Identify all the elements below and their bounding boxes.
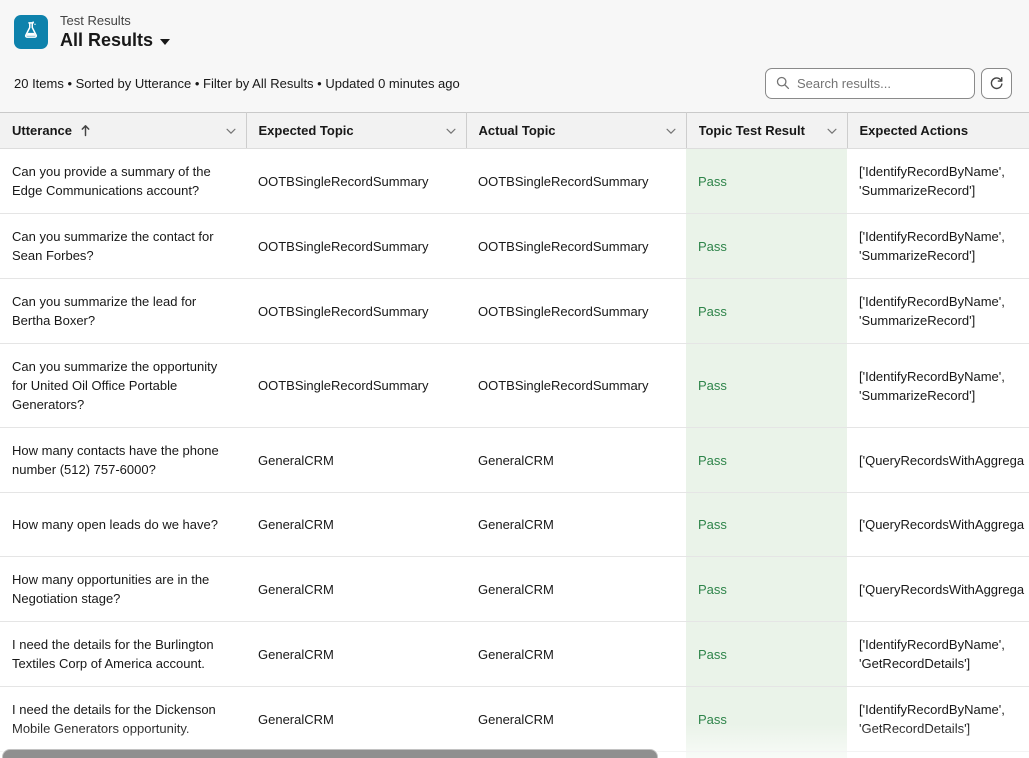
actual-topic-cell[interactable]: GeneralCRM (466, 493, 686, 557)
topic-test-result-cell[interactable]: Pass (686, 149, 847, 214)
expected-topic-cell[interactable]: GeneralCRM (246, 493, 466, 557)
actual-topic-cell[interactable]: OOTBSingleRecordSummary (466, 344, 686, 428)
column-label: Topic Test Result (699, 123, 805, 138)
column-menu-chevron-icon[interactable] (825, 124, 839, 138)
utterance-cell[interactable]: Can you provide a summary of the Edge Co… (0, 149, 246, 214)
actual-topic-cell[interactable]: GeneralCRM (466, 622, 686, 687)
expected-actions-cell[interactable]: ['QueryRecordsWithAggrega (847, 557, 1029, 622)
sort-ascending-icon (80, 124, 91, 137)
topic-test-result-cell[interactable]: Pass (686, 344, 847, 428)
utterance-cell[interactable]: How many opportunities are in the Negoti… (0, 557, 246, 622)
actual-topic-cell[interactable]: GeneralCRM (466, 428, 686, 493)
expected-topic-cell[interactable]: GeneralCRM (246, 622, 466, 687)
column-header-utterance[interactable]: Utterance (0, 113, 246, 149)
expected-actions-cell[interactable]: ['IdentifyRecordByName' (847, 752, 1029, 758)
topic-test-result-cell[interactable]: Pass (686, 622, 847, 687)
column-header-topic-test-result[interactable]: Topic Test Result (686, 113, 847, 149)
expected-topic-cell[interactable]: OOTBSingleRecordSummary (246, 344, 466, 428)
expected-topic-cell[interactable]: OOTBSingleRecordSummary (246, 149, 466, 214)
topic-test-result-cell[interactable]: Pass (686, 279, 847, 344)
flask-icon (21, 20, 41, 45)
column-header-expected-topic[interactable]: Expected Topic (246, 113, 466, 149)
column-label: Actual Topic (479, 123, 556, 138)
table-header-row: Utterance Expected Topic (0, 113, 1029, 149)
horizontal-scrollbar[interactable] (2, 749, 658, 758)
table-row[interactable]: How many opportunities are in the Negoti… (0, 557, 1029, 622)
topic-test-result-cell[interactable]: Pass (686, 687, 847, 752)
expected-topic-cell[interactable]: OOTBSingleRecordSummary (246, 214, 466, 279)
table-row[interactable]: Can you summarize the contact for Sean F… (0, 214, 1029, 279)
column-header-actual-topic[interactable]: Actual Topic (466, 113, 686, 149)
object-label: Test Results (60, 13, 170, 29)
table-row[interactable]: Can you provide a summary of the Edge Co… (0, 149, 1029, 214)
expected-actions-cell[interactable]: ['IdentifyRecordByName', 'SummarizeRecor… (847, 149, 1029, 214)
expected-topic-cell[interactable]: OOTBSingleRecordSummary (246, 279, 466, 344)
expected-actions-cell[interactable]: ['IdentifyRecordByName', 'GetRecordDetai… (847, 687, 1029, 752)
table-row[interactable]: How many open leads do we have? GeneralC… (0, 493, 1029, 557)
results-table-region: Utterance Expected Topic (0, 112, 1029, 758)
table-row[interactable]: Can you summarize the opportunity for Un… (0, 344, 1029, 428)
topic-test-result-cell[interactable]: Pass (686, 493, 847, 557)
column-header-expected-actions[interactable]: Expected Actions (847, 113, 1029, 149)
table-row[interactable]: How many contacts have the phone number … (0, 428, 1029, 493)
table-row[interactable]: I need the details for the Dickenson Mob… (0, 687, 1029, 752)
column-label: Expected Topic (259, 123, 354, 138)
expected-actions-cell[interactable]: ['IdentifyRecordByName', 'GetRecordDetai… (847, 622, 1029, 687)
utterance-cell[interactable]: How many open leads do we have? (0, 493, 246, 557)
topic-test-result-cell[interactable]: Pass (686, 214, 847, 279)
topic-test-result-cell[interactable]: Pass (686, 557, 847, 622)
actual-topic-cell[interactable]: OOTBSingleRecordSummary (466, 149, 686, 214)
expected-actions-cell[interactable]: ['QueryRecordsWithAggrega (847, 428, 1029, 493)
expected-actions-cell[interactable]: ['QueryRecordsWithAggrega (847, 493, 1029, 557)
table-row[interactable]: Can you summarize the lead for Bertha Bo… (0, 279, 1029, 344)
column-menu-chevron-icon[interactable] (664, 124, 678, 138)
list-view-selector[interactable]: All Results (60, 29, 170, 52)
expected-actions-cell[interactable]: ['IdentifyRecordByName', 'SummarizeRecor… (847, 279, 1029, 344)
expected-actions-cell[interactable]: ['IdentifyRecordByName', 'SummarizeRecor… (847, 344, 1029, 428)
actual-topic-cell[interactable]: OOTBSingleRecordSummary (466, 279, 686, 344)
utterance-cell[interactable]: I need the details for the Burlington Te… (0, 622, 246, 687)
expected-actions-cell[interactable]: ['IdentifyRecordByName', 'SummarizeRecor… (847, 214, 1029, 279)
list-view-name[interactable]: All Results (60, 29, 153, 52)
topic-test-result-cell[interactable] (686, 752, 847, 758)
list-summary-text: 20 Items • Sorted by Utterance • Filter … (14, 76, 460, 91)
page-header: Test Results All Results 20 Items • Sort… (0, 0, 1029, 112)
expected-topic-cell[interactable]: GeneralCRM (246, 687, 466, 752)
search-box[interactable] (765, 68, 975, 99)
column-label: Utterance (12, 123, 72, 138)
expected-topic-cell[interactable]: GeneralCRM (246, 428, 466, 493)
utterance-cell[interactable]: Can you summarize the contact for Sean F… (0, 214, 246, 279)
expected-topic-cell[interactable]: GeneralCRM (246, 557, 466, 622)
actual-topic-cell[interactable]: GeneralCRM (466, 687, 686, 752)
utterance-cell[interactable]: Can you summarize the opportunity for Un… (0, 344, 246, 428)
search-input[interactable] (797, 76, 964, 91)
refresh-icon (989, 76, 1004, 91)
column-menu-chevron-icon[interactable] (224, 124, 238, 138)
test-results-object-icon (14, 15, 48, 49)
refresh-button[interactable] (981, 68, 1012, 99)
topic-test-result-cell[interactable]: Pass (686, 428, 847, 493)
utterance-cell[interactable]: I need the details for the Dickenson Mob… (0, 687, 246, 752)
caret-down-icon (160, 39, 170, 45)
search-icon (776, 76, 790, 90)
actual-topic-cell[interactable]: OOTBSingleRecordSummary (466, 214, 686, 279)
utterance-cell[interactable]: How many contacts have the phone number … (0, 428, 246, 493)
results-table: Utterance Expected Topic (0, 112, 1029, 758)
table-row[interactable]: I need the details for the Burlington Te… (0, 622, 1029, 687)
utterance-cell[interactable]: Can you summarize the lead for Bertha Bo… (0, 279, 246, 344)
column-menu-chevron-icon[interactable] (444, 124, 458, 138)
column-label: Expected Actions (860, 123, 969, 138)
actual-topic-cell[interactable]: GeneralCRM (466, 557, 686, 622)
